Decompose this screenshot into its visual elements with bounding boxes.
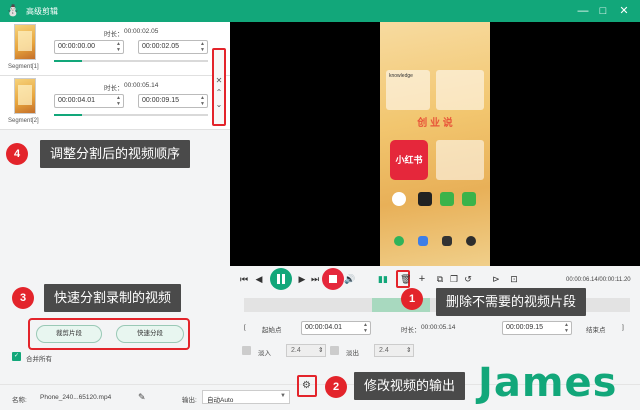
title-bar: ⛄ 高级剪辑 — □ ✕	[0, 0, 640, 22]
fade-in-checkbox[interactable]	[242, 346, 251, 355]
merge-all-checkbox[interactable]: ✓	[12, 352, 21, 361]
segment-progress	[54, 60, 208, 62]
callout-number: 2	[325, 376, 347, 398]
clip-duration-label: 时长：	[401, 327, 421, 334]
start-point-input[interactable]: 00:00:04.01 ▲ ▼	[301, 321, 371, 335]
move-up-icon[interactable]: ⌃	[214, 88, 224, 97]
chevron-down-icon: ▼	[280, 393, 286, 399]
copy-icon[interactable]: ❐	[448, 272, 460, 286]
segment-start-input[interactable]: 00:00:04.01 ▲ ▼	[54, 94, 124, 108]
calendar-widget	[436, 140, 484, 180]
james-watermark: James	[478, 360, 618, 406]
fade-out-spin-icon[interactable]: ⇕	[406, 346, 411, 354]
maximize-button[interactable]: □	[595, 3, 611, 19]
delete-segment-icon[interactable]: ✕	[214, 76, 224, 85]
close-button[interactable]: ✕	[616, 3, 632, 19]
phone-widget: knowledge	[386, 70, 430, 110]
fade-in-spin-icon[interactable]: ⇕	[318, 346, 323, 354]
segment-duration: 00:00:05.14	[124, 82, 159, 89]
app-icon	[462, 192, 476, 206]
app-icon	[442, 236, 452, 246]
crop-icon[interactable]: ⧉	[434, 272, 446, 286]
callout-number: 4	[6, 143, 28, 165]
segment-duration-label: 时长：	[104, 31, 124, 38]
output-label: 输出:	[182, 397, 197, 404]
clip-duration: 00:00:05.14	[421, 324, 456, 331]
add-icon[interactable]: +	[416, 272, 428, 286]
mark-in-icon[interactable]: ⊳	[490, 272, 502, 286]
output-select-value: 自动Auto	[207, 397, 234, 404]
split-buttons-highlight: 裁剪片段 快速分段	[28, 318, 190, 350]
end-bracket-icon: ]	[622, 324, 624, 331]
merge-all-label: 合并所有	[26, 356, 52, 363]
camera-app-icon	[466, 236, 476, 246]
segment-progress	[54, 114, 208, 116]
segment-thumbnail	[14, 78, 36, 114]
segment-start-input[interactable]: 00:00:00.00 ▲ ▼	[54, 40, 124, 54]
app-logo-icon: ⛄	[6, 5, 20, 17]
step-forward-icon[interactable]: ▶	[297, 272, 307, 286]
segment-duration: 00:00:02.05	[124, 28, 159, 35]
segment-end-input[interactable]: 00:00:09.15 ▲ ▼	[138, 94, 208, 108]
callout-reorder: 调整分割后的视频顺序	[40, 140, 191, 168]
step-back-icon[interactable]: ◀	[254, 272, 264, 286]
phone-screen-frame: knowledge 创 业 说 小红书	[380, 22, 490, 266]
advanced-edit-window: ⛄ 高级剪辑 — □ ✕ Segment[1] 时长： 00:00:02.05 …	[0, 0, 640, 410]
segment-item[interactable]: Segment[1] 时长： 00:00:02.05 00:00:00.00 ▲ ▼…	[0, 22, 230, 76]
callout-delete: 删除不需要的视频片段	[436, 288, 587, 316]
trash-icon: 🗑	[400, 274, 412, 284]
fade-out-label: 淡出	[346, 350, 359, 357]
callout-output: 修改视频的输出	[354, 372, 466, 400]
stop-button[interactable]	[322, 268, 344, 290]
phone-widget	[436, 70, 484, 110]
fade-out-checkbox[interactable]	[330, 346, 339, 355]
end-point-label: 结束点	[586, 327, 606, 334]
output-select[interactable]: 自动Auto ▼	[202, 390, 290, 404]
segment-end-input[interactable]: 00:00:02.05 ▲ ▼	[138, 40, 208, 54]
callout-quick-split: 快速分割录制的视频	[44, 284, 182, 312]
delete-segment-button[interactable]: 🗑	[396, 270, 412, 288]
split-icon[interactable]: ▮▮	[377, 272, 389, 286]
split-segment-button[interactable]: 裁剪片段	[36, 325, 102, 343]
undo-icon[interactable]: ↺	[462, 272, 474, 286]
app-icon	[440, 192, 454, 206]
phone-app-icon	[394, 236, 404, 246]
minimize-button[interactable]: —	[575, 3, 591, 19]
widget-title: knowledge	[389, 73, 413, 79]
phone-banner: 创 业 说	[417, 118, 453, 129]
app-icon	[418, 192, 432, 206]
video-preview[interactable]: knowledge 创 业 说 小红书	[230, 22, 640, 266]
mark-out-icon[interactable]: ⊡	[508, 272, 520, 286]
app-icon	[392, 192, 406, 206]
app-icon	[418, 236, 428, 246]
segment-duration-label: 时长：	[104, 85, 124, 92]
segment-thumbnail	[14, 24, 36, 60]
segment-label: Segment[2]	[8, 118, 39, 124]
playback-time: 00:00:06.14/00:00:11.20	[566, 277, 631, 283]
gear-icon: ⚙	[302, 380, 311, 391]
volume-icon[interactable]: 🔊	[344, 272, 356, 286]
output-settings-button[interactable]: ⚙	[297, 375, 317, 397]
start-bracket-icon: [	[244, 324, 246, 331]
callout-number: 3	[12, 287, 34, 309]
end-point-input[interactable]: 00:00:09.15 ▲ ▼	[502, 321, 572, 335]
fade-in-label: 淡入	[258, 350, 271, 357]
start-point-label: 起始点	[262, 327, 282, 334]
segment-item[interactable]: Segment[2] 时长： 00:00:05.14 00:00:04.01 ▲ ▼…	[0, 76, 230, 130]
prev-frame-icon[interactable]: ⏮	[239, 272, 249, 286]
segment-label: Segment[1]	[8, 64, 39, 70]
edit-icon[interactable]: ✎	[138, 392, 146, 403]
next-frame-icon[interactable]: ⏭	[310, 272, 320, 286]
name-label: 名称:	[12, 397, 27, 404]
callout-number: 1	[401, 288, 423, 310]
move-down-icon[interactable]: ⌄	[214, 100, 224, 109]
pause-button[interactable]	[270, 268, 292, 290]
quick-split-button[interactable]: 快速分段	[116, 325, 184, 343]
file-name: Phone_240...65120.mp4	[40, 394, 112, 401]
xiaohongshu-widget: 小红书	[390, 140, 428, 180]
reorder-controls: ✕ ⌃ ⌄	[212, 48, 226, 126]
window-title: 高级剪辑	[26, 7, 58, 16]
